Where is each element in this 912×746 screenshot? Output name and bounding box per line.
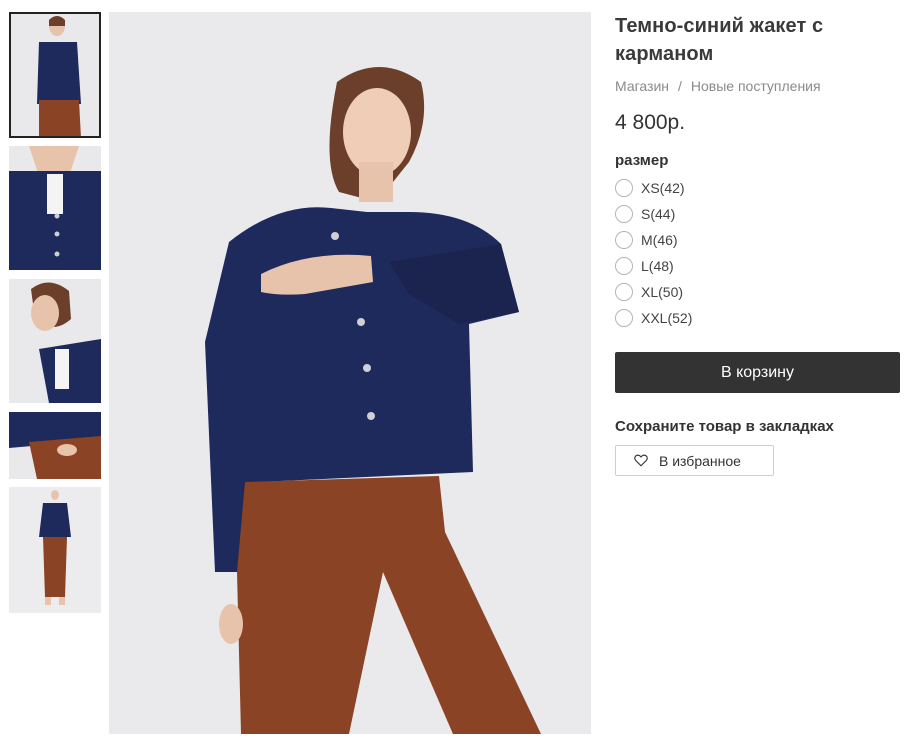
size-option-label: S(44): [641, 206, 676, 222]
breadcrumb-shop[interactable]: Магазин: [615, 78, 669, 94]
main-product-image[interactable]: [109, 12, 591, 734]
radio-button[interactable]: [615, 309, 633, 327]
size-option-label: XXL(52): [641, 310, 693, 326]
size-label: размер: [615, 152, 669, 169]
thumbnail-1[interactable]: [9, 12, 101, 138]
product-title: Темно-синий жакет с карманом: [615, 15, 824, 65]
size-option-m[interactable]: M(46): [615, 227, 905, 253]
radio-button[interactable]: [615, 257, 633, 275]
size-option-label: XS(42): [641, 180, 685, 196]
thumbnail-4[interactable]: [9, 412, 101, 479]
model-photo: [109, 12, 591, 734]
radio-button[interactable]: [615, 231, 633, 249]
breadcrumb-separator: /: [678, 78, 682, 94]
add-to-favorites-button[interactable]: В избранное: [615, 445, 774, 476]
save-bookmark-label: Сохраните товар в закладках: [615, 418, 834, 435]
radio-button[interactable]: [615, 283, 633, 301]
product-info: Темно-синий жакет с карманом Магазин / Н…: [615, 12, 905, 476]
breadcrumb-new-arrivals[interactable]: Новые поступления: [691, 78, 821, 94]
breadcrumb: Магазин / Новые поступления: [615, 78, 905, 94]
heart-outline-icon: [634, 454, 648, 467]
size-option-label: L(48): [641, 258, 674, 274]
thumbnail-4-image: [9, 412, 101, 479]
thumbnail-2[interactable]: [9, 146, 101, 270]
thumbnail-3-image: [9, 279, 101, 403]
radio-button[interactable]: [615, 179, 633, 197]
size-option-l[interactable]: L(48): [615, 253, 905, 279]
size-option-label: M(46): [641, 232, 678, 248]
size-options: XS(42) S(44) M(46) L(48) XL(50) XXL(52): [615, 175, 905, 331]
thumbnail-2-image: [9, 146, 101, 270]
size-option-s[interactable]: S(44): [615, 201, 905, 227]
size-option-xxl[interactable]: XXL(52): [615, 305, 905, 331]
thumbnail-5-image: [9, 487, 101, 613]
size-option-xs[interactable]: XS(42): [615, 175, 905, 201]
size-option-label: XL(50): [641, 284, 684, 300]
thumbnail-3[interactable]: [9, 279, 101, 403]
thumbnail-1-image: [9, 12, 101, 138]
size-option-xl[interactable]: XL(50): [615, 279, 905, 305]
radio-button[interactable]: [615, 205, 633, 223]
product-price: 4 800р.: [615, 111, 686, 134]
favorites-label: В избранное: [659, 452, 741, 469]
thumbnail-5[interactable]: [9, 487, 101, 613]
add-to-cart-button[interactable]: В корзину: [615, 352, 900, 393]
